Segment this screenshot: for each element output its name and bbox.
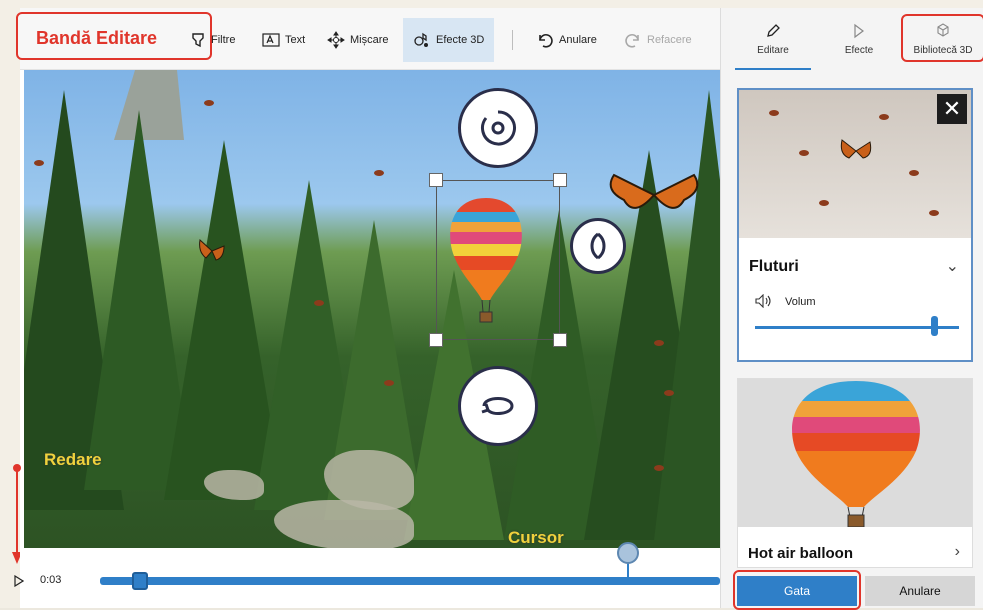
- butterfly: [664, 390, 674, 396]
- current-time: 0:03: [40, 574, 62, 586]
- close-icon: ✕: [942, 96, 962, 121]
- done-button[interactable]: Gata: [737, 576, 857, 606]
- motion-button[interactable]: Mișcare: [327, 26, 389, 54]
- undo-icon: [539, 33, 553, 48]
- 3d-library-callout-box: [901, 14, 983, 62]
- motion-label: Mișcare: [350, 34, 389, 46]
- tab-effects-label: Efecte: [844, 44, 874, 56]
- remove-effect-button[interactable]: ✕: [937, 94, 967, 124]
- effect-title: Hot air balloon: [748, 545, 853, 562]
- cancel-button[interactable]: Anulare: [865, 576, 975, 606]
- pencil-icon: [767, 23, 780, 37]
- 3d-effects-icon: [414, 32, 428, 47]
- butterfly: [879, 114, 889, 120]
- resize-handle[interactable]: [553, 173, 567, 187]
- redo-button[interactable]: Refacere: [624, 26, 692, 54]
- selection-box: [436, 180, 560, 340]
- balloon-thumbnail: [738, 379, 972, 528]
- screenshot-frame: Bandă Editare Filtre Text Mișcare Efecte…: [0, 0, 983, 610]
- 3d-effects-label: Efecte 3D: [436, 34, 485, 46]
- resize-handle[interactable]: [429, 173, 443, 187]
- butterfly: [204, 100, 214, 106]
- filters-label: Filtre: [211, 34, 236, 46]
- butterfly: [909, 170, 919, 176]
- undo-button[interactable]: Anulare: [536, 26, 597, 54]
- butterfly-large: [604, 170, 704, 225]
- butterfly: [374, 170, 384, 176]
- toolbar-separator: [512, 30, 513, 50]
- butterfly: [384, 380, 394, 386]
- volume-slider-thumb[interactable]: [931, 316, 939, 336]
- resize-handle[interactable]: [553, 333, 567, 347]
- effect-card-balloon[interactable]: Hot air balloon ›: [737, 378, 973, 568]
- redo-icon: [625, 33, 639, 48]
- edit-toolbar: Bandă Editare Filtre Text Mișcare Efecte…: [16, 8, 720, 70]
- volume-label: Volum: [785, 296, 816, 308]
- rotate-y-handle[interactable]: [570, 218, 626, 274]
- volume-slider[interactable]: [755, 326, 959, 329]
- text-icon: [262, 33, 280, 47]
- trim-start-handle[interactable]: [132, 572, 148, 590]
- active-tab-indicator: [735, 68, 811, 70]
- chevron-down-icon[interactable]: ⌄: [946, 256, 959, 276]
- filter-icon: [192, 33, 204, 48]
- tab-edit[interactable]: Editare: [733, 8, 813, 70]
- tab-edit-label: Editare: [757, 44, 789, 56]
- hot-air-balloon: [792, 381, 920, 528]
- butterfly: [929, 210, 939, 216]
- butterfly: [799, 150, 809, 156]
- playhead-handle[interactable]: [617, 542, 639, 564]
- effect-card-butterflies[interactable]: ✕ Fluturi ⌄ Volum: [737, 88, 973, 362]
- butterfly: [34, 160, 44, 166]
- 3d-effects-button[interactable]: Efecte 3D: [403, 18, 495, 62]
- filters-button[interactable]: Filtre: [190, 26, 235, 54]
- side-panel: Editare Efecte Bibliotecă 3D ✕ Fluturi ⌄…: [720, 8, 983, 610]
- butterfly: [819, 200, 829, 206]
- butterfly: [314, 300, 324, 306]
- resize-handle[interactable]: [429, 333, 443, 347]
- text-button[interactable]: Text: [262, 26, 305, 54]
- toolbar-title: Bandă Editare: [36, 28, 158, 48]
- rotate-x-handle[interactable]: [458, 88, 538, 168]
- timeline: 0:03: [14, 542, 720, 608]
- butterfly: [654, 340, 664, 346]
- play-icon[interactable]: [14, 575, 24, 587]
- butterfly-medium: [198, 238, 226, 269]
- motion-icon: [327, 31, 345, 49]
- butterfly: [769, 110, 779, 116]
- butterfly-large: [839, 138, 873, 169]
- volume-icon: [755, 293, 773, 311]
- rotate-icon: [481, 397, 514, 415]
- tab-effects[interactable]: Efecte: [819, 8, 899, 70]
- undo-label: Anulare: [559, 34, 597, 46]
- chevron-right-icon[interactable]: ›: [955, 543, 960, 561]
- redo-label: Refacere: [647, 34, 692, 46]
- rotate-icon: [590, 232, 606, 260]
- text-label: Text: [285, 34, 306, 46]
- rotate-icon: [481, 110, 516, 146]
- effect-title: Fluturi: [749, 258, 799, 275]
- photos-video-editor: Bandă Editare Filtre Text Mișcare Efecte…: [12, 8, 983, 610]
- rotate-z-handle[interactable]: [458, 366, 538, 446]
- effects-icon: [854, 23, 864, 38]
